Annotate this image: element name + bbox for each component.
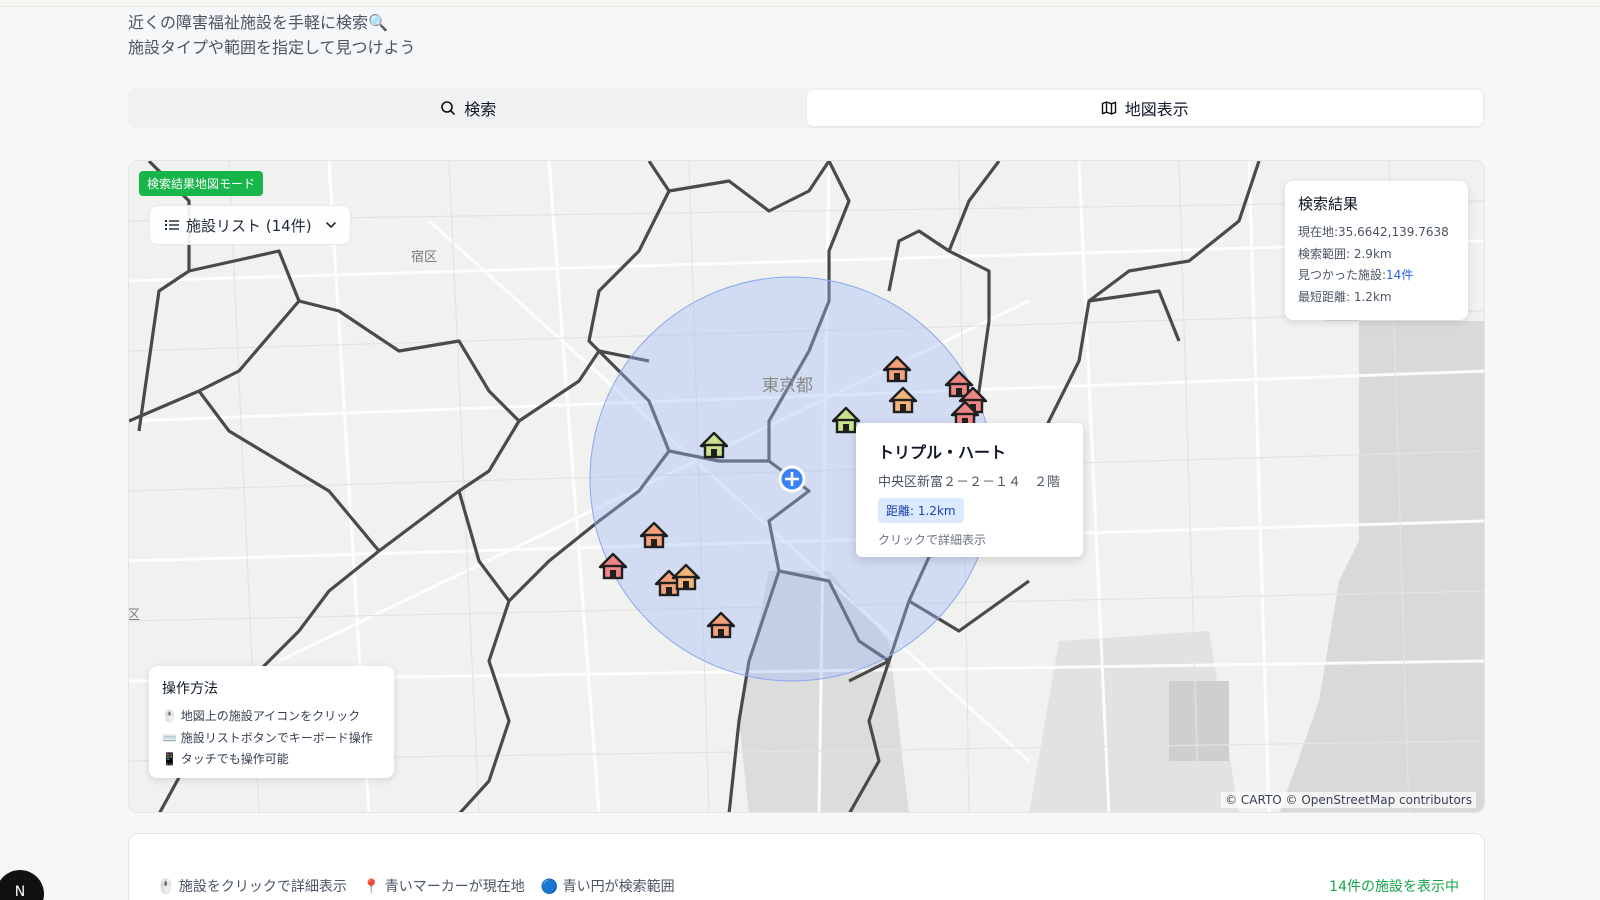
- list-icon: [165, 220, 179, 230]
- facility-map[interactable]: 宿区 東京都 区 検索結果地図モード 施設リスト (14件) 検索結果 現在地:…: [128, 160, 1485, 813]
- current-location: 現在地:35.6642,139.7638: [1298, 225, 1449, 239]
- map-icon: [1101, 101, 1116, 115]
- search-icon: [441, 101, 456, 115]
- map-legend: 🖱️ 施設をクリックで詳細表示 📍 青いマーカーが現在地 🔵 青い円が検索範囲: [157, 876, 675, 896]
- popup-hint: クリックで詳細表示: [878, 533, 987, 547]
- tab-search[interactable]: 検索: [130, 90, 807, 126]
- facility-list-button[interactable]: 施設リスト (14件): [149, 205, 351, 245]
- facility-count: 14件の施設を表示中: [1329, 879, 1459, 895]
- results-title: 検索結果: [1298, 195, 1359, 213]
- intro-text: 近くの障害福祉施設を手軽に検索🔍 施設タイプや範囲を指定して見つけよう: [128, 10, 416, 60]
- map-label-tokyo: 東京都: [762, 376, 813, 396]
- found-prefix: 見つかった施設:: [1298, 268, 1387, 282]
- legend-item: 🖱️ 施設をクリックで詳細表示: [157, 879, 347, 895]
- search-results-panel: 検索結果 現在地:35.6642,139.7638 検索範囲: 2.9km 見つ…: [1285, 181, 1468, 320]
- tab-map[interactable]: 地図表示: [806, 90, 1483, 126]
- view-tabs: 検索 地図表示: [128, 88, 1485, 128]
- intro-line-2: 施設タイプや範囲を指定して見つけよう: [128, 38, 416, 57]
- howto-item: 📱 タッチでも操作可能: [162, 752, 289, 766]
- map-footer: 🖱️ 施設をクリックで詳細表示 📍 青いマーカーが現在地 🔵 青い円が検索範囲 …: [128, 833, 1485, 900]
- map-label-edge: 区: [129, 608, 140, 623]
- popup-facility-name: トリプル・ハート: [878, 443, 1007, 462]
- popup-distance-badge: 距離: 1.2km: [878, 498, 964, 523]
- facility-popup[interactable]: トリプル・ハート 中央区新富２－２－１４ ２階 距離: 1.2km クリックで詳…: [856, 423, 1083, 557]
- map-mode-badge: 検索結果地図モード: [139, 171, 264, 196]
- howto-item: ⌨️ 施設リストボタンでキーボード操作: [162, 730, 373, 745]
- popup-address: 中央区新富２－２－１４ ２階: [878, 475, 1061, 490]
- tab-map-label: 地図表示: [1124, 100, 1189, 119]
- map-attribution[interactable]: © CARTO © OpenStreetMap contributors: [1221, 792, 1476, 808]
- legend-item: 📍 青いマーカーが現在地: [362, 879, 525, 895]
- howto-item: 🖱️ 地図上の施設アイコンをクリック: [162, 709, 361, 723]
- search-range: 検索範囲: 2.9km: [1298, 246, 1392, 261]
- howto-title: 操作方法: [162, 681, 218, 697]
- avatar[interactable]: N: [0, 870, 44, 900]
- top-bar: [0, 0, 1600, 7]
- facility-list-label: 施設リスト (14件): [186, 216, 312, 235]
- chevron-down-icon: [325, 222, 336, 228]
- intro-line-1: 近くの障害福祉施設を手軽に検索🔍: [128, 13, 388, 32]
- legend-item: 🔵 青い円が検索範囲: [540, 879, 675, 895]
- tab-search-label: 検索: [464, 100, 497, 119]
- found-count: 14件: [1386, 268, 1414, 282]
- howto-panel: 操作方法 🖱️ 地図上の施設アイコンをクリック ⌨️ 施設リストボタンでキーボー…: [149, 666, 394, 778]
- nearest-distance: 最短距離: 1.2km: [1298, 289, 1392, 304]
- found-count-row: 見つかった施設:14件: [1298, 265, 1455, 287]
- map-label-shuku: 宿区: [411, 249, 437, 265]
